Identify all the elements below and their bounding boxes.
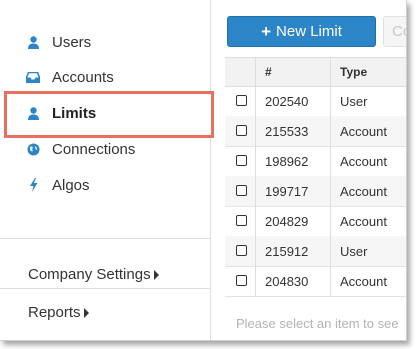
- cell-id: 202540: [265, 93, 309, 109]
- cell-type: Account: [340, 213, 387, 229]
- globe-icon: [26, 142, 40, 156]
- reports-link[interactable]: Reports: [28, 304, 89, 321]
- table-row[interactable]: 198962 Account: [225, 146, 406, 177]
- column-divider: [255, 58, 256, 86]
- app-window: Users Accounts Limits Connections Algos …: [0, 0, 407, 341]
- sidebar-item-label: Algos: [52, 176, 90, 194]
- secondary-button[interactable]: Co: [383, 16, 406, 47]
- new-limit-button[interactable]: + New Limit: [227, 16, 376, 47]
- cell-type: User: [340, 243, 368, 259]
- cell-id: 199717: [265, 183, 309, 199]
- user-icon: [26, 106, 40, 120]
- row-checkbox[interactable]: [236, 95, 247, 106]
- table-row[interactable]: 215533 Account: [225, 116, 406, 147]
- cell-type: Account: [340, 183, 387, 199]
- sidebar-item-users[interactable]: Users: [26, 31, 91, 53]
- cell-type: Account: [340, 153, 387, 169]
- company-settings-label: Company Settings: [28, 266, 151, 283]
- row-checkbox[interactable]: [236, 215, 247, 226]
- cell-type: Account: [340, 123, 387, 139]
- new-limit-label: New Limit: [276, 23, 342, 40]
- column-divider: [330, 86, 331, 296]
- cell-id: 198962: [265, 153, 309, 169]
- table-row[interactable]: 215912 User: [225, 236, 406, 267]
- plus-icon: +: [261, 21, 272, 41]
- sidebar-item-connections[interactable]: Connections: [26, 138, 135, 160]
- column-divider: [255, 86, 256, 296]
- bolt-icon: [26, 178, 40, 192]
- column-header-id[interactable]: #: [265, 58, 272, 86]
- cell-id: 215533: [265, 123, 309, 139]
- cell-type: Account: [340, 273, 387, 289]
- row-checkbox[interactable]: [236, 275, 247, 286]
- sidebar-item-label: Limits: [52, 104, 97, 122]
- row-checkbox[interactable]: [236, 155, 247, 166]
- inbox-icon: [26, 70, 40, 84]
- table-row[interactable]: 204829 Account: [225, 206, 406, 237]
- sidebar-item-label: Users: [52, 33, 92, 51]
- reports-label: Reports: [28, 304, 81, 321]
- cell-id: 215912: [265, 243, 309, 259]
- row-checkbox[interactable]: [236, 185, 247, 196]
- cell-id: 204829: [265, 213, 309, 229]
- secondary-button-label: Co: [392, 23, 406, 40]
- cell-id: 204830: [265, 273, 309, 289]
- user-icon: [26, 35, 40, 49]
- row-checkbox[interactable]: [236, 125, 247, 136]
- sidebar-item-algos[interactable]: Algos: [26, 174, 90, 196]
- column-header-type[interactable]: Type: [340, 58, 367, 86]
- sidebar-item-label: Accounts: [52, 68, 114, 86]
- caret-right-icon: [153, 269, 159, 280]
- cell-type: User: [340, 93, 368, 109]
- sidebar-divider: [0, 288, 210, 289]
- sidebar-item-label: Connections: [52, 140, 136, 158]
- sidebar-divider: [0, 238, 210, 239]
- table-row[interactable]: 202540 User: [225, 86, 406, 117]
- column-divider: [330, 58, 331, 86]
- caret-right-icon: [83, 307, 89, 318]
- sidebar-item-accounts[interactable]: Accounts: [26, 66, 114, 88]
- empty-selection-hint: Please select an item to see: [236, 316, 399, 331]
- sidebar-item-limits[interactable]: Limits: [26, 102, 96, 124]
- table-row[interactable]: 199717 Account: [225, 176, 406, 207]
- table-row[interactable]: 204830 Account: [225, 266, 406, 297]
- company-settings-link[interactable]: Company Settings: [28, 266, 159, 283]
- row-checkbox[interactable]: [236, 245, 247, 256]
- sidebar: Users Accounts Limits Connections Algos …: [0, 0, 214, 340]
- table-header: # Type: [225, 57, 406, 87]
